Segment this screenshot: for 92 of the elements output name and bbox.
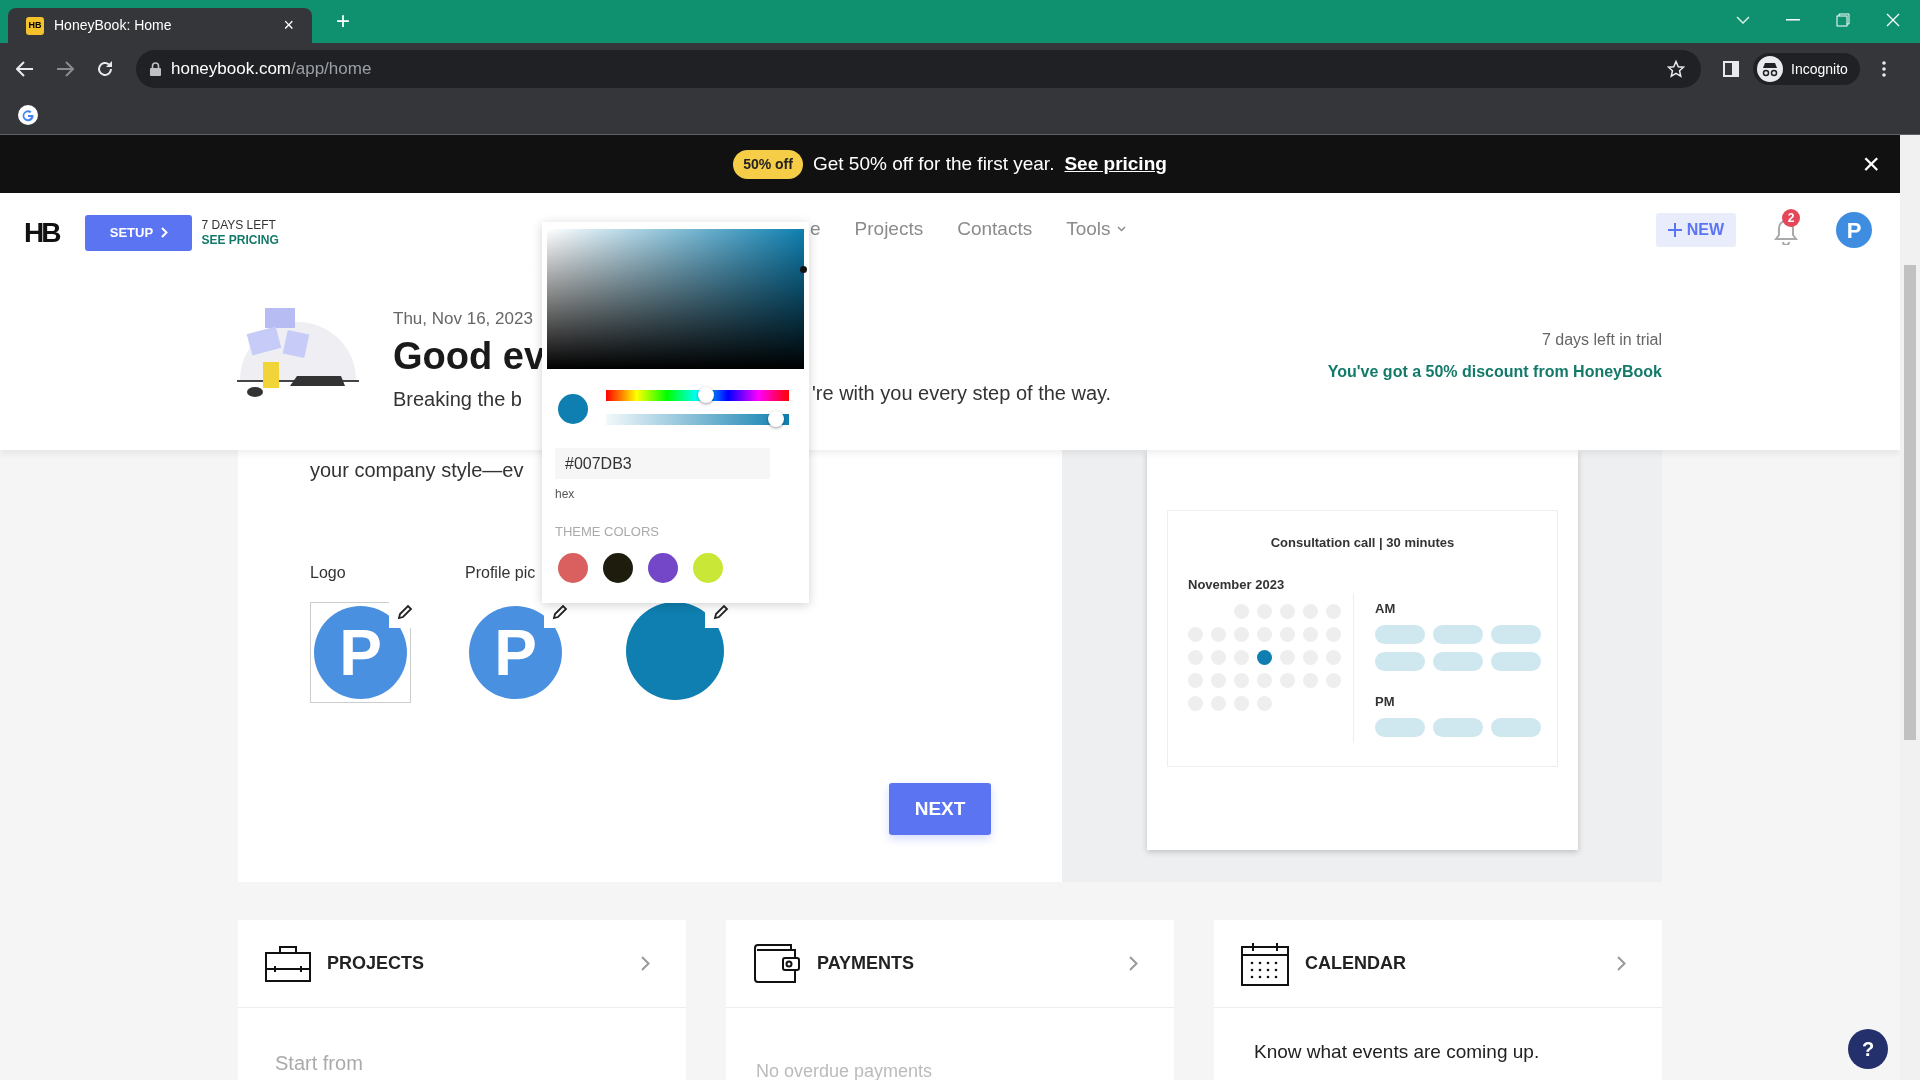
scrollbar[interactable] (1900, 135, 1920, 1080)
time-slot[interactable] (1491, 652, 1541, 671)
pm-label: PM (1375, 693, 1395, 711)
widget-text: Start from (275, 1052, 363, 1074)
theme-colors-heading: THEME COLORS (555, 523, 659, 541)
time-slot[interactable] (1433, 652, 1483, 671)
saturation-handle[interactable] (800, 266, 807, 273)
slider-thumb[interactable] (768, 411, 784, 427)
hero-subtitle: 're with you every step of the way. (812, 381, 1112, 406)
honeybook-logo[interactable]: HB (24, 211, 59, 254)
widget-header[interactable]: PROJECTS (238, 920, 686, 1008)
next-button[interactable]: NEXT (889, 783, 991, 835)
url-domain: honeybook.com (171, 59, 292, 79)
trial-note: 7 days left in trial (1541, 330, 1662, 350)
time-slot[interactable] (1375, 625, 1425, 644)
minimize-icon[interactable] (1786, 19, 1800, 21)
browser-tab[interactable]: HB HoneyBook: Home × (8, 8, 312, 43)
chevron-right-icon (641, 956, 650, 971)
widget-header[interactable]: PAYMENTS (726, 920, 1174, 1008)
google-bookmark-icon[interactable] (18, 104, 38, 125)
chevron-right-icon (161, 227, 169, 238)
chevron-right-icon (1129, 956, 1138, 971)
see-pricing-link[interactable]: See pricing (1064, 149, 1167, 179)
pencil-icon (713, 604, 729, 620)
hex-label: hex (555, 486, 575, 503)
restore-icon[interactable] (1836, 13, 1850, 27)
nav-link[interactable]: e (810, 215, 821, 244)
time-slot[interactable] (1491, 718, 1541, 737)
chevron-right-icon (1617, 956, 1626, 971)
pencil-icon (397, 604, 413, 620)
tab-search-icon[interactable] (1736, 16, 1750, 24)
hue-slider[interactable] (606, 390, 789, 401)
new-tab-button[interactable]: + (336, 3, 350, 39)
favicon: HB (26, 16, 44, 35)
saturation-area[interactable] (547, 229, 804, 369)
notification-count: 2 (1782, 209, 1800, 227)
tab-close-button[interactable]: × (283, 12, 294, 39)
pencil-icon (552, 604, 568, 620)
nav-link[interactable]: Tools (1066, 215, 1126, 244)
side-panel-icon[interactable] (1723, 61, 1739, 77)
upload-label: Logo (310, 563, 346, 583)
calendar-icon (1241, 941, 1289, 986)
hero-subtitle: Breaking the b (393, 386, 523, 412)
widget-title: PAYMENTS (817, 952, 916, 975)
theme-color-swatch[interactable] (558, 553, 588, 583)
setup-button[interactable]: SETUP (85, 214, 193, 251)
reload-icon[interactable] (96, 60, 114, 78)
time-slot[interactable] (1433, 625, 1483, 644)
branding-intro: your company style—ev (310, 458, 524, 483)
promo-text: Get 50% off for the first year. (812, 151, 1055, 176)
hex-input[interactable]: #007DB3 (555, 448, 770, 479)
current-date: Thu, Nov 16, 2023 (393, 308, 534, 330)
banner-close-button[interactable]: × (1862, 149, 1880, 179)
wallet-icon (753, 943, 801, 984)
plus-icon (1667, 223, 1682, 237)
briefcase-icon (265, 944, 311, 983)
widget-text: No overdue payments (756, 1061, 933, 1080)
month-label: November 2023 (1188, 576, 1285, 594)
theme-color-swatch[interactable] (693, 553, 723, 583)
discount-link[interactable]: You've got a 50% discount from HoneyBook (1327, 360, 1662, 384)
am-label: AM (1375, 600, 1396, 618)
help-button[interactable]: ? (1848, 1029, 1888, 1069)
theme-color-swatch[interactable] (648, 553, 678, 583)
time-slot[interactable] (1491, 625, 1541, 644)
widget-text: Know what events are coming up. (1254, 1041, 1540, 1062)
time-slot[interactable] (1433, 718, 1483, 737)
logo-image: P (469, 606, 562, 699)
tab-title: HoneyBook: Home (54, 16, 173, 35)
slider-thumb[interactable] (697, 387, 714, 403)
forward-icon[interactable] (56, 61, 74, 77)
upload-label: Profile pic (465, 563, 536, 583)
menu-icon[interactable] (1881, 61, 1886, 77)
greeting-heading: Good ev (393, 333, 546, 379)
url-path: /app/home (291, 59, 372, 79)
bookmark-star-icon[interactable] (1667, 60, 1685, 78)
address-bar[interactable]: honeybook.com/app/home (136, 50, 1701, 88)
widget-header[interactable]: CALENDAR (1214, 920, 1662, 1008)
profile-chip[interactable]: Incognito (1753, 53, 1860, 85)
opacity-slider[interactable] (606, 414, 789, 425)
time-slot[interactable] (1375, 718, 1425, 737)
time-slot[interactable] (1375, 652, 1425, 671)
lock-icon (150, 62, 161, 76)
theme-color-swatch[interactable] (603, 553, 633, 583)
session-title: Consultation call | 30 minutes (1269, 534, 1456, 552)
see-pricing-link[interactable]: SEE PRICING (201, 232, 279, 248)
incognito-icon (1757, 56, 1783, 82)
widget-title: CALENDAR (1305, 952, 1407, 975)
discount-badge: 50% off (733, 149, 803, 179)
back-icon[interactable] (16, 61, 34, 77)
close-icon[interactable] (1886, 13, 1900, 27)
widget-title: PROJECTS (327, 952, 426, 975)
trial-days-left: 7 DAYS LEFT (201, 217, 277, 233)
